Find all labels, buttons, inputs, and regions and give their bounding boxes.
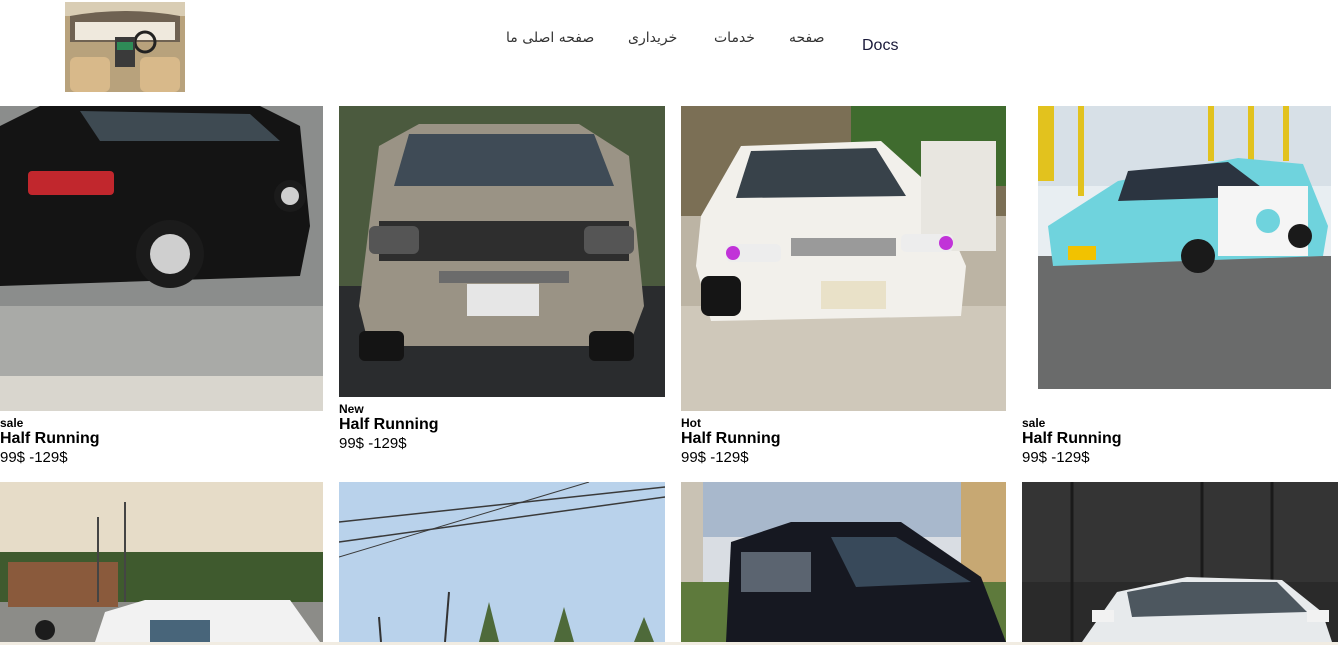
nav-services[interactable]: خدمات: [714, 30, 755, 46]
product-tag: Hot: [681, 416, 701, 430]
product-image-4runner[interactable]: [339, 106, 665, 397]
product-title[interactable]: Half Running: [1022, 430, 1122, 448]
nav-docs[interactable]: Docs: [862, 37, 902, 55]
product-card[interactable]: [0, 482, 323, 642]
product-image-street-truck[interactable]: [0, 482, 323, 642]
product-title[interactable]: Half Running: [0, 430, 100, 448]
product-tag: New: [339, 402, 364, 416]
product-image-taxi-corolla[interactable]: [1038, 106, 1331, 389]
product-card[interactable]: [339, 482, 665, 642]
site-logo[interactable]: [65, 2, 185, 92]
nav-page[interactable]: صفحه: [789, 30, 829, 46]
product-image-black-sedan[interactable]: [0, 106, 323, 411]
product-price: 99$ -129$: [1022, 449, 1090, 466]
product-card[interactable]: Hot Half Running 99$ -129$: [681, 106, 1006, 466]
nav-home[interactable]: صفحه اصلی ما: [506, 30, 596, 46]
product-price: 99$ -129$: [681, 449, 749, 466]
product-image-white-corolla[interactable]: [681, 106, 1006, 411]
product-image-sky-trees[interactable]: [339, 482, 665, 642]
product-card[interactable]: sale Half Running 99$ -129$: [0, 106, 323, 466]
product-card[interactable]: [1022, 482, 1338, 642]
product-card[interactable]: New Half Running 99$ -129$: [339, 106, 665, 456]
product-title[interactable]: Half Running: [339, 416, 439, 434]
product-price: 99$ -129$: [0, 449, 68, 466]
product-image-dark-van[interactable]: [681, 482, 1006, 642]
product-card[interactable]: [681, 482, 1006, 642]
product-card[interactable]: sale Half Running 99$ -129$: [1022, 106, 1332, 466]
product-tag: sale: [1022, 416, 1046, 430]
product-image-silver-car[interactable]: [1022, 482, 1338, 642]
product-price: 99$ -129$: [339, 435, 407, 452]
product-title[interactable]: Half Running: [681, 430, 781, 448]
nav-purchase[interactable]: خریداری: [628, 30, 688, 46]
product-tag: sale: [0, 416, 24, 430]
